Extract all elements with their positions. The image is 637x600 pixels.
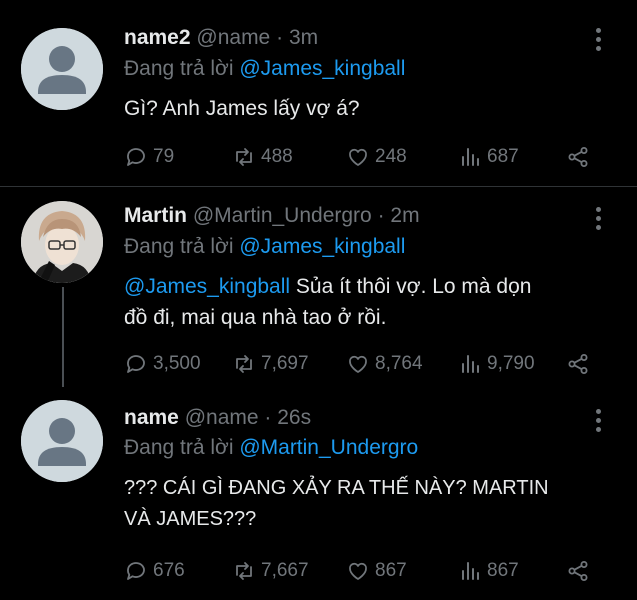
reply-count: 676 <box>153 560 185 581</box>
more-vertical-icon[interactable] <box>592 207 604 231</box>
tweet-header: Martin @Martin_Undergro · 2m <box>124 204 420 228</box>
like-button[interactable]: 248 <box>346 142 407 172</box>
tweet-header: name2 @name · 3m <box>124 26 318 50</box>
retweet-count: 7,667 <box>261 560 309 581</box>
views-count: 867 <box>487 560 519 581</box>
views-button[interactable]: 687 <box>458 142 519 172</box>
views-button[interactable]: 867 <box>458 556 519 586</box>
tweet-text: ??? CÁI GÌ ĐANG XẢY RA THẾ NÀY? MARTIN V… <box>124 473 604 535</box>
replying-to-mention[interactable]: @Martin_Undergro <box>239 436 418 459</box>
reply-icon <box>127 355 145 373</box>
tweet-text-line-1: Gì? Anh James lấy vợ á? <box>124 97 360 120</box>
heart-icon <box>349 562 367 580</box>
user-silhouette-icon <box>21 400 103 482</box>
tweet-text-line-1: ??? CÁI GÌ ĐANG XẢY RA THẾ NÀY? MARTIN <box>124 477 549 499</box>
author-handle[interactable]: @name <box>185 406 259 429</box>
like-count: 867 <box>375 560 407 581</box>
reply-icon <box>127 562 145 580</box>
like-count: 8,764 <box>375 353 423 374</box>
share-button[interactable] <box>566 349 595 379</box>
author-name[interactable]: name2 <box>124 26 191 49</box>
tweet-time[interactable]: 2m <box>390 204 419 227</box>
tweet-header: name @name · 26s <box>124 406 311 430</box>
share-button[interactable] <box>566 142 595 172</box>
replying-to: Đang trả lời @James_kingball <box>124 235 405 259</box>
thread-line <box>62 287 64 387</box>
like-count: 248 <box>375 146 407 167</box>
retweet-button[interactable]: 7,667 <box>232 556 309 586</box>
author-handle[interactable]: @name <box>196 26 270 49</box>
heart-icon <box>349 355 367 373</box>
author-name[interactable]: name <box>124 406 179 429</box>
reply-button[interactable]: 79 <box>124 142 174 172</box>
tweet-text-line-1: Sủa ít thôi vợ. Lo mà dọn <box>290 275 532 298</box>
reply-button[interactable]: 3,500 <box>124 349 201 379</box>
separator-dot: · <box>276 26 284 49</box>
share-icon <box>568 354 588 374</box>
retweet-icon <box>236 148 252 166</box>
replying-to-mention[interactable]: @James_kingball <box>239 235 405 258</box>
retweet-icon <box>236 562 252 580</box>
replying-to-label: Đang trả lời <box>124 436 234 459</box>
share-button[interactable] <box>566 556 595 586</box>
views-count: 9,790 <box>487 353 535 374</box>
author-handle[interactable]: @Martin_Undergro <box>193 204 372 227</box>
tweet-text: Gì? Anh James lấy vợ á? <box>124 93 604 124</box>
tweet-actions: 676 7,667 867 867 <box>124 556 604 586</box>
reply-icon <box>127 148 145 166</box>
martin-avatar[interactable] <box>21 201 103 283</box>
tweet-time[interactable]: 3m <box>289 26 318 49</box>
tweet-1[interactable]: name2 @name · 3m Đang trả lời @James_kin… <box>0 0 637 186</box>
reply-count: 79 <box>153 146 175 167</box>
tweet-mention[interactable]: @James_kingball <box>124 275 290 298</box>
tweet-actions: 79 488 248 687 <box>124 142 604 172</box>
retweet-icon <box>236 355 252 373</box>
more-vertical-icon[interactable] <box>592 409 604 433</box>
separator-dot: · <box>264 406 272 429</box>
separator-dot: · <box>377 204 385 227</box>
views-icon <box>462 148 479 166</box>
tweet-text-line-2: đồ đi, mai qua nhà tao ở rồi. <box>124 306 387 329</box>
tweet-time[interactable]: 26s <box>277 406 311 429</box>
retweet-button[interactable]: 488 <box>232 142 293 172</box>
views-icon <box>462 355 479 373</box>
reply-count: 3,500 <box>153 353 201 374</box>
profile-photo-icon <box>21 201 103 283</box>
user-silhouette-icon <box>21 28 103 110</box>
tweet-2[interactable]: Martin @Martin_Undergro · 2m Đang trả lờ… <box>0 187 637 600</box>
like-button[interactable]: 867 <box>346 556 407 586</box>
retweet-count: 7,697 <box>261 353 309 374</box>
replying-to: Đang trả lời @Martin_Undergro <box>124 436 418 460</box>
like-button[interactable]: 8,764 <box>346 349 423 379</box>
replying-to-label: Đang trả lời <box>124 57 234 80</box>
replying-to-label: Đang trả lời <box>124 235 234 258</box>
retweet-button[interactable]: 7,697 <box>232 349 309 379</box>
replying-to: Đang trả lời @James_kingball <box>124 57 405 81</box>
replying-to-mention[interactable]: @James_kingball <box>239 57 405 80</box>
more-vertical-icon[interactable] <box>592 28 604 52</box>
views-icon <box>462 562 479 580</box>
author-name[interactable]: Martin <box>124 204 187 227</box>
share-icon <box>568 147 588 167</box>
tweet-actions: 3,500 7,697 8,764 9,790 <box>124 349 604 379</box>
tweet-text: @James_kingball Sủa ít thôi vợ. Lo mà dọ… <box>124 271 604 333</box>
heart-icon <box>349 148 367 166</box>
tweet-3[interactable]: name @name · 26s Đang trả lời @Martin_Un… <box>0 393 637 600</box>
default-avatar[interactable] <box>21 28 103 110</box>
share-icon <box>568 561 588 581</box>
views-count: 687 <box>487 146 519 167</box>
default-avatar[interactable] <box>21 400 103 482</box>
reply-button[interactable]: 676 <box>124 556 185 586</box>
tweet-text-line-2: VÀ JAMES??? <box>124 508 257 530</box>
retweet-count: 488 <box>261 146 293 167</box>
views-button[interactable]: 9,790 <box>458 349 535 379</box>
